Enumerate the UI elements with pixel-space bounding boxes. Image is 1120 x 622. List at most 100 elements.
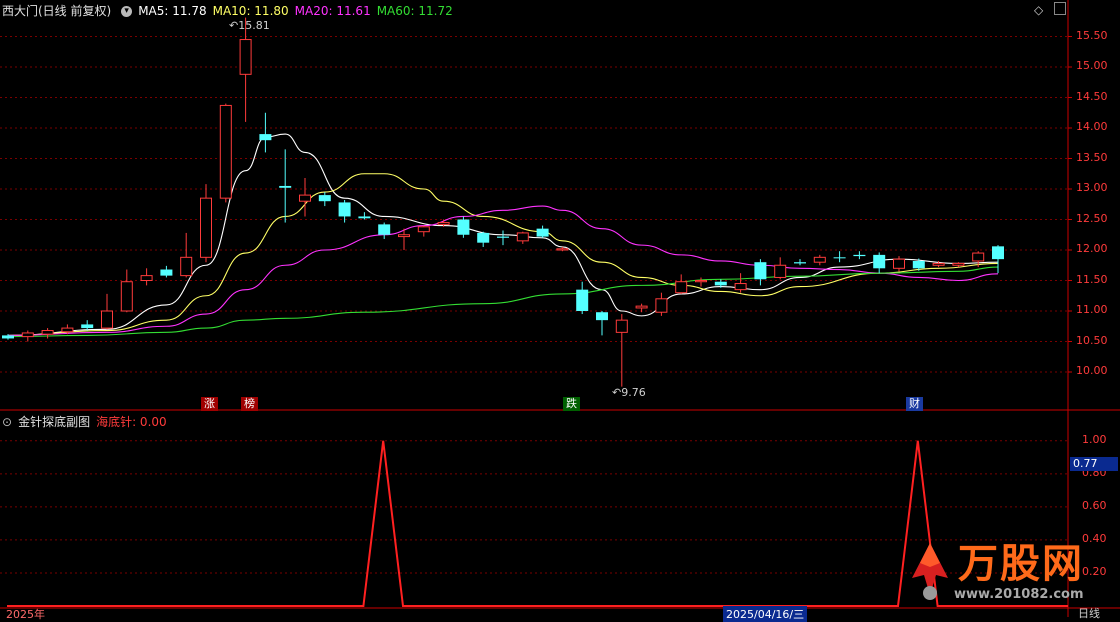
candle-body	[259, 134, 272, 141]
candle	[259, 112, 272, 153]
main-chart-header: 西大门(日线 前复权) ▾ MA5: 11.78 MA10: 11.80 MA20: 1…	[2, 2, 459, 19]
candle	[813, 254, 826, 266]
candle-body	[893, 258, 905, 269]
candle	[477, 231, 490, 247]
candle	[299, 178, 311, 217]
brand-name: 万股网	[958, 541, 1084, 587]
candle	[200, 184, 212, 263]
ma10-label: MA10: 11.80	[212, 4, 289, 18]
candle	[358, 212, 371, 220]
price-tick-label: 14.00	[1076, 120, 1108, 133]
candle-body	[576, 289, 589, 311]
candle-body	[497, 236, 509, 238]
ma5-label: MA5: 11.78	[138, 4, 207, 18]
candle-body	[536, 228, 549, 237]
candle-body	[714, 281, 727, 286]
candle-body	[437, 222, 450, 225]
candle-body	[556, 248, 569, 251]
candle-body	[21, 332, 34, 338]
candle	[417, 225, 430, 237]
tag-rise[interactable]: 涨	[201, 397, 218, 411]
candle-body	[675, 281, 688, 294]
tag-finance[interactable]: 财	[906, 397, 923, 411]
candle	[160, 265, 173, 278]
candle-body	[615, 319, 628, 333]
candle	[81, 320, 94, 331]
candle	[893, 256, 905, 272]
bull-logo-icon	[912, 543, 948, 600]
candle	[853, 251, 866, 260]
ma20-label: MA20: 11.61	[294, 4, 371, 18]
candle	[576, 281, 589, 315]
candlesticks	[2, 17, 1004, 387]
candle	[378, 222, 391, 240]
candle-body	[457, 219, 470, 235]
current-indicator-badge: 0.77	[1070, 457, 1118, 471]
candle-body	[180, 256, 193, 277]
candle-body	[794, 262, 806, 264]
diamond-icon[interactable]: ◇	[1034, 3, 1043, 17]
price-tick-label: 15.50	[1076, 28, 1108, 42]
window-toggle-icon[interactable]	[1054, 2, 1066, 15]
indicator-tick-label: 1.00	[1082, 432, 1107, 446]
candle-body	[873, 254, 886, 269]
candle	[21, 330, 34, 342]
candle-body	[101, 310, 113, 329]
indicator-name[interactable]: 金针探底副图	[18, 415, 90, 429]
candle	[41, 328, 54, 339]
candle-body	[655, 298, 668, 313]
price-tick-label: 15.00	[1076, 59, 1108, 72]
candle	[655, 292, 668, 316]
price-tick-label: 10.00	[1076, 364, 1108, 377]
candle-body	[932, 262, 945, 266]
candle-body	[338, 202, 351, 217]
candle-body	[140, 275, 153, 281]
candle	[615, 314, 628, 387]
low-annotation: ↶9.76	[612, 386, 646, 399]
candle	[992, 245, 1004, 274]
candle-body	[239, 39, 252, 75]
tag-list[interactable]: 榜	[241, 397, 258, 411]
candle-body	[754, 262, 767, 280]
brand-site: www.201082.com	[954, 587, 1084, 602]
candle-body	[41, 330, 54, 335]
indicator-tick-label: 0.60	[1082, 498, 1107, 512]
candle-body	[813, 256, 826, 263]
candle-body	[417, 226, 430, 233]
candle-body	[219, 104, 232, 199]
candle-body	[279, 185, 292, 188]
candle-body	[358, 216, 371, 219]
price-tick-label: 11.50	[1076, 272, 1108, 286]
indicator-header: ⊙ 金针探底副图 海底针: 0.00	[2, 413, 173, 430]
candle-body	[516, 232, 529, 242]
candle	[734, 273, 747, 293]
candle	[516, 231, 529, 244]
candle-body	[734, 283, 747, 291]
candle-body	[299, 194, 311, 202]
candle-body	[853, 254, 866, 257]
ma20-line	[7, 205, 999, 336]
tag-fall[interactable]: 跌	[563, 397, 580, 411]
stock-name[interactable]: 西大门(日线 前复权)	[2, 4, 111, 18]
cursor-date: 2025/04/16/三	[723, 606, 808, 622]
candle	[695, 277, 707, 287]
price-tick-label: 11.00	[1076, 303, 1108, 316]
candle	[318, 192, 331, 207]
candle-body	[596, 312, 608, 321]
year-label: 2025年	[6, 608, 45, 621]
candle-body	[200, 197, 212, 258]
candle	[536, 225, 549, 238]
price-tick-label: 13.50	[1076, 150, 1108, 164]
candle	[794, 259, 806, 266]
candle	[140, 268, 153, 286]
candle-body	[477, 232, 490, 243]
price-tick-label: 14.50	[1076, 89, 1108, 103]
candle-body	[774, 264, 787, 278]
candle-body	[912, 260, 925, 269]
candle	[239, 17, 252, 122]
candle-body	[378, 224, 391, 235]
candle	[873, 252, 886, 274]
gear-icon[interactable]: ⊙	[2, 415, 12, 429]
candle-body	[318, 195, 331, 202]
circle-menu-icon[interactable]: ▾	[121, 6, 133, 17]
